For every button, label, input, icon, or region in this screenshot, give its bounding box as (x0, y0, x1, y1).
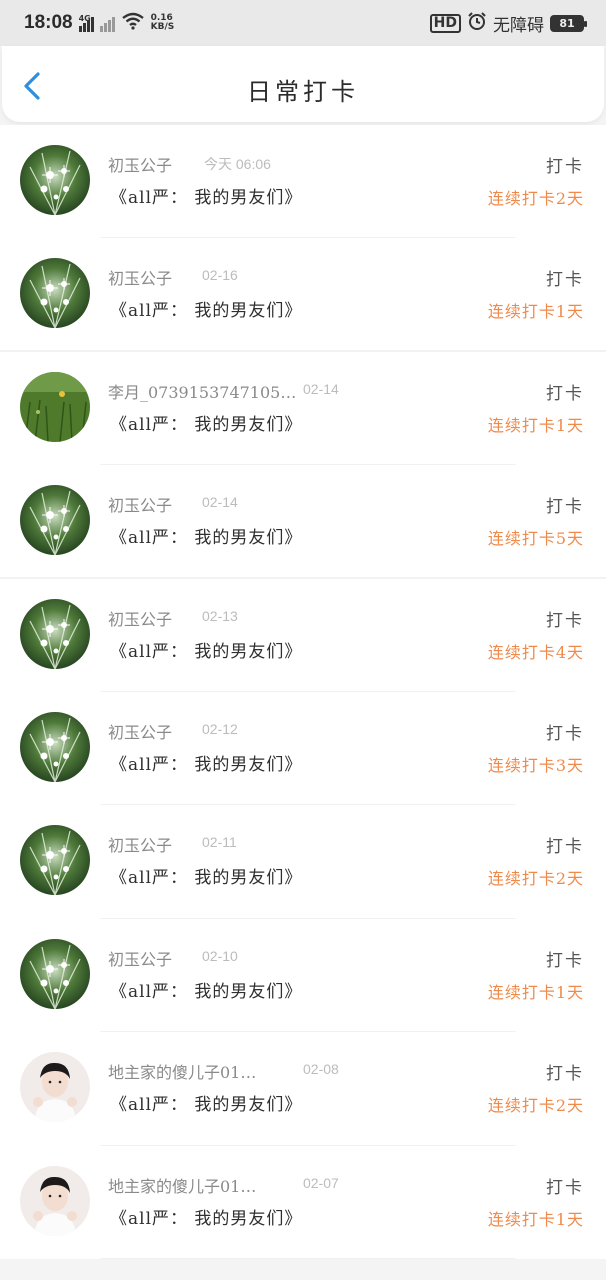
person-icon (20, 1165, 90, 1236)
alarm-icon (467, 11, 487, 35)
checkin-action: 打卡 (546, 837, 584, 858)
checkin-date: 02-08 (303, 1061, 339, 1078)
user-avatar[interactable] (20, 371, 90, 442)
user-name[interactable]: 李月_0739153747105… (108, 379, 296, 403)
meadow-icon (20, 371, 90, 442)
grass-icon (20, 711, 90, 782)
status-bar: 18:08 4G 0.16 KB/S HD 无障碍 81 (0, 0, 606, 46)
checkin-row[interactable]: 初玉公子 02-11 《all严： 我的男友们》 打卡连续打卡2天 (0, 805, 606, 919)
checkin-row[interactable]: 地主家的傻儿子01… 02-07 《all严： 我的男友们》 打卡连续打卡1天 (0, 1145, 606, 1259)
book-title[interactable]: 《all严： 我的男友们》 (110, 410, 302, 435)
checkin-row[interactable]: 初玉公子 02-14 《all严： 我的男友们》 打卡连续打卡5天 (0, 465, 606, 579)
user-name[interactable]: 初玉公子 (108, 606, 172, 630)
checkin-action: 打卡 (546, 497, 584, 518)
user-avatar[interactable] (20, 1052, 90, 1123)
streak-count: 连续打卡1天 (487, 302, 584, 322)
user-name[interactable]: 初玉公子 (108, 719, 172, 743)
streak-count: 连续打卡2天 (487, 1096, 584, 1116)
user-avatar[interactable] (20, 145, 90, 215)
checkin-action: 打卡 (546, 1177, 584, 1198)
status-time: 18:08 (24, 12, 73, 33)
streak-count: 连续打卡4天 (487, 642, 584, 662)
checkin-list: 初玉公子 今天 06:06 《all严： 我的男友们》 打卡 连续打卡2天 初玉公子 02-… (0, 125, 606, 1259)
checkin-date: 02-10 (202, 947, 238, 964)
user-avatar[interactable] (20, 598, 90, 669)
book-title[interactable]: 《all严： 我的男友们》 (110, 863, 302, 888)
checkin-action: 打卡 (546, 950, 584, 971)
book-title[interactable]: 《all严： 我的男友们》 (110, 183, 302, 208)
user-name[interactable]: 地主家的傻儿子01… (108, 1059, 256, 1083)
checkin-row[interactable]: 李月_0739153747105… 02-14 《all严： 我的男友们》 打卡连续打… (0, 351, 606, 466)
grass-icon (20, 825, 90, 896)
book-title[interactable]: 《all严： 我的男友们》 (110, 1090, 302, 1115)
user-name[interactable]: 地主家的傻儿子01… (108, 1173, 256, 1197)
user-avatar[interactable] (20, 485, 90, 556)
user-name[interactable]: 初玉公子 (108, 265, 172, 289)
streak-count: 连续打卡2天 (487, 189, 584, 208)
streak-count: 连续打卡1天 (487, 415, 584, 435)
book-title[interactable]: 《all严： 我的男友们》 (110, 523, 302, 548)
person-icon (20, 1052, 90, 1123)
checkin-date: 今天 06:06 (204, 156, 271, 172)
user-avatar[interactable] (20, 938, 90, 1009)
streak-count: 连续打卡2天 (487, 869, 584, 889)
divider (100, 1257, 516, 1259)
user-name[interactable]: 初玉公子 (108, 832, 172, 856)
checkin-date: 02-11 (202, 834, 237, 851)
grass-icon (20, 258, 90, 329)
book-title[interactable]: 《all严： 我的男友们》 (110, 637, 302, 662)
page-header: 日常打卡 (2, 46, 604, 122)
grass-icon (20, 145, 90, 215)
checkin-date: 02-13 (202, 607, 238, 624)
user-name[interactable]: 初玉公子 (108, 946, 172, 970)
speed-unit: KB/S (150, 22, 175, 32)
checkin-row[interactable]: 初玉公子 02-16 《all严： 我的男友们》 打卡连续打卡1天 (0, 238, 606, 352)
checkin-date: 02-07 (303, 1174, 339, 1191)
checkin-action: 打卡 (546, 270, 584, 291)
book-title[interactable]: 《all严： 我的男友们》 (110, 1204, 302, 1229)
checkin-date: 02-16 (202, 267, 238, 284)
checkin-date: 02-14 (303, 380, 339, 397)
checkin-row[interactable]: 初玉公子 02-12 《all严： 我的男友们》 打卡连续打卡3天 (0, 691, 606, 806)
wifi-icon (121, 12, 145, 34)
checkin-date: 02-12 (202, 720, 238, 737)
streak-count: 连续打卡1天 (487, 982, 584, 1002)
checkin-row[interactable]: 初玉公子 今天 06:06 《all严： 我的男友们》 打卡连续打卡2天 (0, 125, 606, 239)
user-name[interactable]: 初玉公子 (108, 492, 172, 516)
network-type: 4G (78, 14, 91, 23)
user-avatar[interactable] (20, 258, 90, 329)
page-title: 日常打卡 (247, 78, 359, 106)
network-speed: 0.16 KB/S (151, 14, 175, 32)
checkin-row[interactable]: 初玉公子 02-10 《all严： 我的男友们》 打卡连续打卡1天 (0, 918, 606, 1033)
streak-count: 连续打卡1天 (487, 1209, 584, 1229)
user-avatar[interactable] (20, 1165, 90, 1236)
battery-icon: 81 (550, 14, 587, 32)
grass-icon (20, 598, 90, 669)
user-avatar[interactable] (20, 711, 90, 782)
book-title[interactable]: 《all严： 我的男友们》 (110, 750, 302, 775)
book-title[interactable]: 《all严： 我的男友们》 (110, 977, 302, 1002)
hd-icon: HD (429, 13, 461, 33)
checkin-action: 打卡 (546, 723, 584, 744)
grass-icon (20, 485, 90, 556)
user-avatar[interactable] (20, 825, 90, 896)
streak-count: 连续打卡3天 (487, 755, 584, 775)
checkin-action: 打卡 (546, 610, 584, 631)
signal-icon: 4G (78, 14, 115, 32)
user-name[interactable]: 初玉公子 (108, 152, 172, 176)
checkin-action: 打卡 (546, 157, 584, 177)
checkin-action: 打卡 (546, 1064, 584, 1085)
checkin-date: 02-14 (202, 494, 238, 511)
accessibility-label: 无障碍 (493, 15, 544, 36)
checkin-row[interactable]: 初玉公子 02-13 《all严： 我的男友们》 打卡连续打卡4天 (0, 578, 606, 692)
streak-count: 连续打卡5天 (487, 529, 584, 549)
checkin-row[interactable]: 地主家的傻儿子01… 02-08 《all严： 我的男友们》 打卡连续打卡2天 (0, 1032, 606, 1146)
book-title[interactable]: 《all严： 我的男友们》 (110, 296, 302, 321)
grass-icon (20, 938, 90, 1009)
checkin-action: 打卡 (546, 383, 584, 404)
battery-level: 81 (559, 16, 575, 30)
